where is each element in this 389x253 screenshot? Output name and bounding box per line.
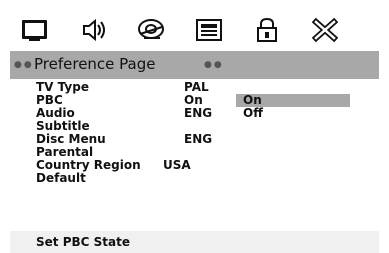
setting-disc-menu-value: ENG — [184, 132, 213, 146]
tab-bar — [10, 9, 379, 49]
tab-video[interactable] — [134, 15, 168, 45]
exit-icon — [311, 17, 339, 43]
tab-audio[interactable] — [76, 15, 110, 45]
tv-icon — [22, 20, 47, 41]
setup-menu: ●● Preference Page ●● TV Type PAL PBC On… — [10, 9, 379, 253]
title-dots-left: ●● — [14, 60, 34, 70]
status-bar: Set PBC State — [10, 231, 379, 253]
page-title: Preference Page — [34, 55, 156, 73]
settings-panel: TV Type PAL PBC On Audio ENG Subtitle Di… — [10, 81, 379, 221]
tab-preference[interactable] — [192, 15, 226, 45]
tab-password[interactable] — [250, 15, 284, 45]
page-title-bar: ●● Preference Page ●● — [10, 51, 379, 79]
setting-country-region-value: USA — [163, 158, 191, 172]
setting-audio-value: ENG — [184, 106, 213, 120]
speaker-icon — [83, 18, 105, 42]
tab-exit[interactable] — [308, 15, 342, 45]
setting-default-label[interactable]: Default — [36, 172, 86, 185]
option-off[interactable]: Off — [243, 107, 263, 120]
title-dots-right: ●● — [204, 60, 224, 70]
lock-icon — [257, 17, 277, 42]
tab-general[interactable] — [18, 15, 52, 45]
disc-icon — [138, 19, 164, 39]
status-text: Set PBC State — [36, 235, 130, 249]
preferences-icon — [196, 19, 222, 41]
